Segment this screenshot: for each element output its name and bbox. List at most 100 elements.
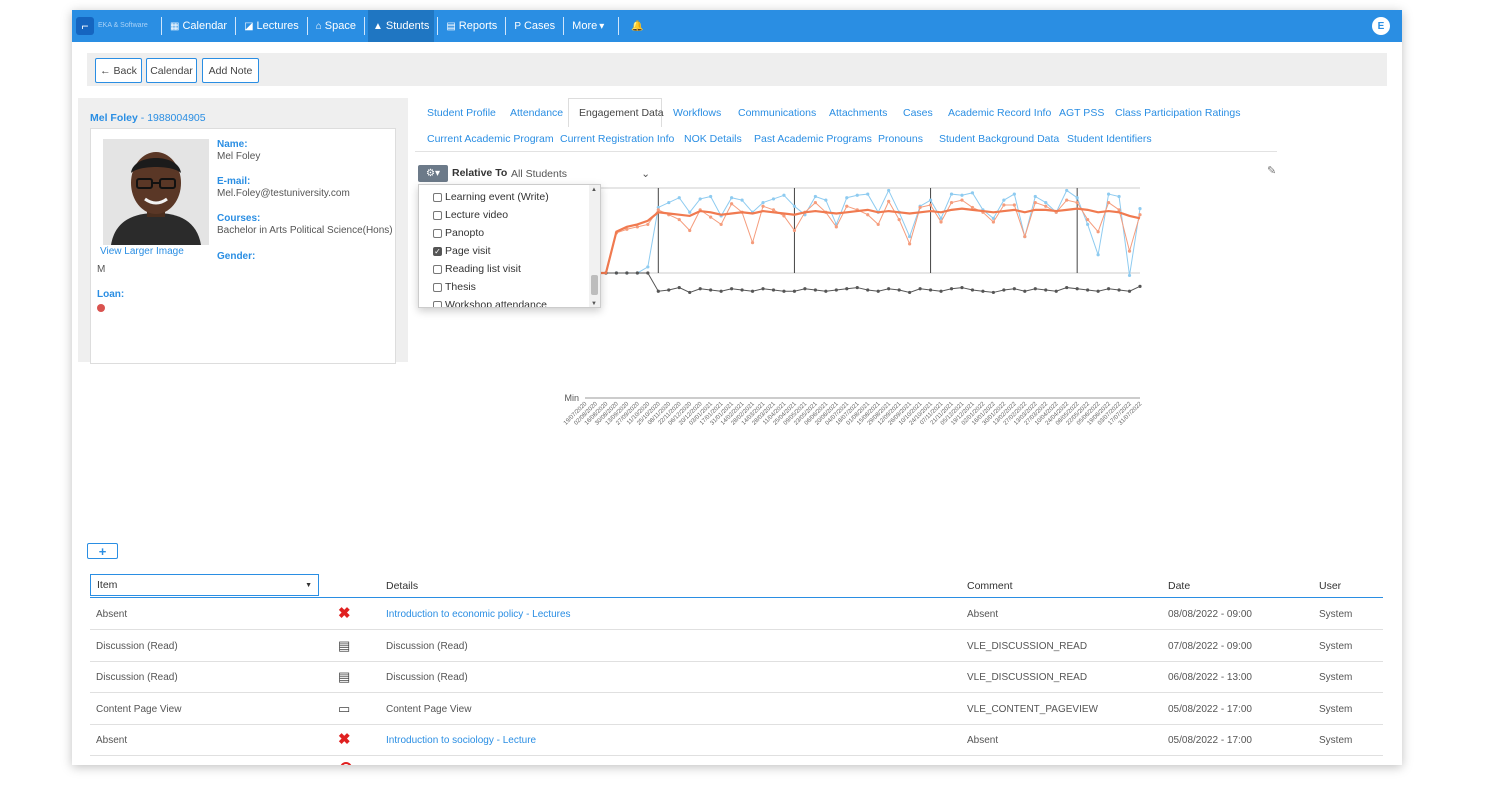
- checkbox[interactable]: [433, 264, 442, 274]
- user-cell: System: [1319, 703, 1353, 715]
- filter-option[interactable]: Reading list visit: [433, 263, 521, 275]
- graduation-cap-icon: ▲: [373, 20, 383, 32]
- user-avatar[interactable]: E: [1372, 17, 1390, 35]
- student-name[interactable]: Mel Foley: [90, 112, 138, 124]
- notification-bell-icon[interactable]: 🔔: [626, 10, 648, 42]
- tab-agt-pss[interactable]: AGT PSS: [1059, 107, 1104, 119]
- data-point: [1065, 188, 1069, 193]
- nav-item-label: More: [572, 20, 598, 32]
- data-point: [1075, 287, 1079, 291]
- scroll-up-icon[interactable]: ▲: [591, 187, 597, 193]
- nav-item-reports[interactable]: ▤ Reports: [441, 10, 502, 42]
- top-navbar: ⌐ EKA & Software ▦ Calendar ◪ Lectures ⌂ Spac…: [72, 10, 1402, 42]
- tab-engagement-data[interactable]: Engagement Data: [579, 107, 664, 119]
- filter-option-label: Reading list visit: [445, 263, 521, 275]
- data-point: [949, 192, 954, 196]
- nav-item-calendar[interactable]: ▦ Calendar: [165, 10, 232, 42]
- tab-student-background-data[interactable]: Student Background Data: [939, 133, 1059, 145]
- details-cell[interactable]: Introduction to economic policy - Lectur…: [386, 609, 571, 620]
- data-point: [1117, 194, 1121, 199]
- data-point: [1033, 200, 1037, 205]
- tab-attendance[interactable]: Attendance: [510, 107, 563, 119]
- filter-option[interactable]: Panopto: [433, 227, 484, 239]
- add-item-button[interactable]: +: [87, 543, 118, 559]
- comment-cell: Absent: [967, 735, 999, 746]
- back-button[interactable]: ← Back: [95, 58, 142, 83]
- tab-workflows[interactable]: Workflows: [673, 107, 721, 119]
- data-point: [730, 196, 734, 200]
- calendar-button[interactable]: Calendar: [146, 58, 197, 83]
- data-point: [782, 289, 786, 293]
- tab-current-registration-info[interactable]: Current Registration Info: [560, 133, 674, 145]
- table-row[interactable]: Discussion (Read) ▤ Discussion (Read) VLE_D…: [90, 631, 1383, 662]
- data-point: [1096, 253, 1100, 257]
- filter-option[interactable]: ✓ Page visit: [433, 245, 491, 257]
- checkbox[interactable]: [433, 228, 442, 238]
- nav-item-more[interactable]: More ▾: [567, 10, 612, 42]
- data-point: [646, 265, 650, 269]
- table-row[interactable]: Content Page View ▭ Content Page View VLE_C…: [90, 694, 1383, 725]
- checkbox[interactable]: [433, 192, 442, 202]
- student-photo[interactable]: [103, 139, 209, 245]
- tab-pronouns[interactable]: Pronouns: [878, 133, 923, 145]
- add-note-button[interactable]: Add Note: [202, 58, 259, 83]
- data-point: [928, 198, 933, 202]
- data-point: [1106, 287, 1111, 291]
- table-row[interactable]: Absent ✖ Introduction to economic policy -…: [90, 599, 1383, 630]
- checkbox[interactable]: ✓: [433, 246, 442, 256]
- filter-option[interactable]: Workshop attendance: [433, 299, 547, 307]
- data-point: [981, 289, 985, 293]
- nav-divider: [437, 17, 439, 35]
- tab-class-participation-ratings[interactable]: Class Participation Ratings: [1115, 107, 1240, 119]
- nav-divider: [505, 17, 507, 35]
- nav-item-label: Reports: [458, 20, 498, 32]
- comment-cell: Absent: [967, 609, 999, 620]
- tab-communications[interactable]: Communications: [738, 107, 816, 119]
- filter-option[interactable]: Lecture video: [433, 209, 508, 221]
- data-point: [688, 228, 692, 233]
- data-point: [960, 193, 964, 197]
- data-point: [824, 289, 828, 293]
- nav-item-cases[interactable]: P Cases: [509, 10, 560, 42]
- nav-item-students[interactable]: ▲ Students: [368, 10, 435, 42]
- dropdown-scrollbar[interactable]: ▲ ▼: [589, 185, 600, 307]
- data-point: [970, 205, 975, 210]
- checkbox[interactable]: [433, 210, 442, 220]
- brand-logo[interactable]: ⌐ EKA & Software: [72, 10, 158, 42]
- table-row[interactable]: Absent ✖ Introduction to sociology - Lectu…: [90, 725, 1383, 756]
- nav-item-label: Lectures: [256, 20, 299, 32]
- tab-attachments[interactable]: Attachments: [829, 107, 887, 119]
- data-point: [834, 288, 838, 292]
- student-panel: Mel Foley - 1988004905 Name: Mel Foley E…: [78, 98, 408, 364]
- scroll-down-icon[interactable]: ▼: [591, 301, 597, 307]
- data-point: [688, 290, 692, 295]
- view-larger-image-link[interactable]: View Larger Image: [100, 246, 184, 257]
- data-point: [1002, 198, 1006, 202]
- item-filter-select[interactable]: Item ▼: [90, 574, 319, 596]
- data-point: [656, 208, 660, 212]
- nav-item-space[interactable]: ⌂ Space: [311, 10, 361, 42]
- filter-option[interactable]: Learning event (Write): [433, 191, 549, 203]
- scrollbar-thumb[interactable]: [591, 275, 598, 295]
- tab-past-academic-programs[interactable]: Past Academic Programs: [754, 133, 872, 145]
- series-line-3: [585, 207, 1141, 275]
- details-cell[interactable]: Introduction to sociology - Lecture: [386, 735, 536, 746]
- filter-option[interactable]: Thesis: [433, 281, 476, 293]
- date-cell: 07/08/2022 - 09:00: [1168, 640, 1252, 652]
- data-point: [782, 193, 786, 197]
- tab-current-academic-program[interactable]: Current Academic Program: [427, 133, 554, 145]
- item-cell: Absent: [96, 609, 128, 620]
- pencil-icon[interactable]: ✎: [1267, 164, 1276, 177]
- email-label: E-mail:: [217, 176, 251, 187]
- tab-academic-record-info[interactable]: Academic Record Info: [948, 107, 1051, 119]
- tab-cases[interactable]: Cases: [903, 107, 933, 119]
- tab-student-profile[interactable]: Student Profile: [427, 107, 496, 119]
- table-row[interactable]: Discussion (Read) ▤ Discussion (Read) VLE_D…: [90, 662, 1383, 693]
- data-point: [1044, 288, 1048, 292]
- tab-nok-details[interactable]: NOK Details: [684, 133, 742, 145]
- checkbox[interactable]: [433, 282, 442, 292]
- nav-item-lectures[interactable]: ◪ Lectures: [239, 10, 304, 42]
- nav-item-label: Students: [385, 20, 430, 32]
- tab-student-identifiers[interactable]: Student Identifiers: [1067, 133, 1152, 145]
- checkbox[interactable]: [433, 300, 442, 307]
